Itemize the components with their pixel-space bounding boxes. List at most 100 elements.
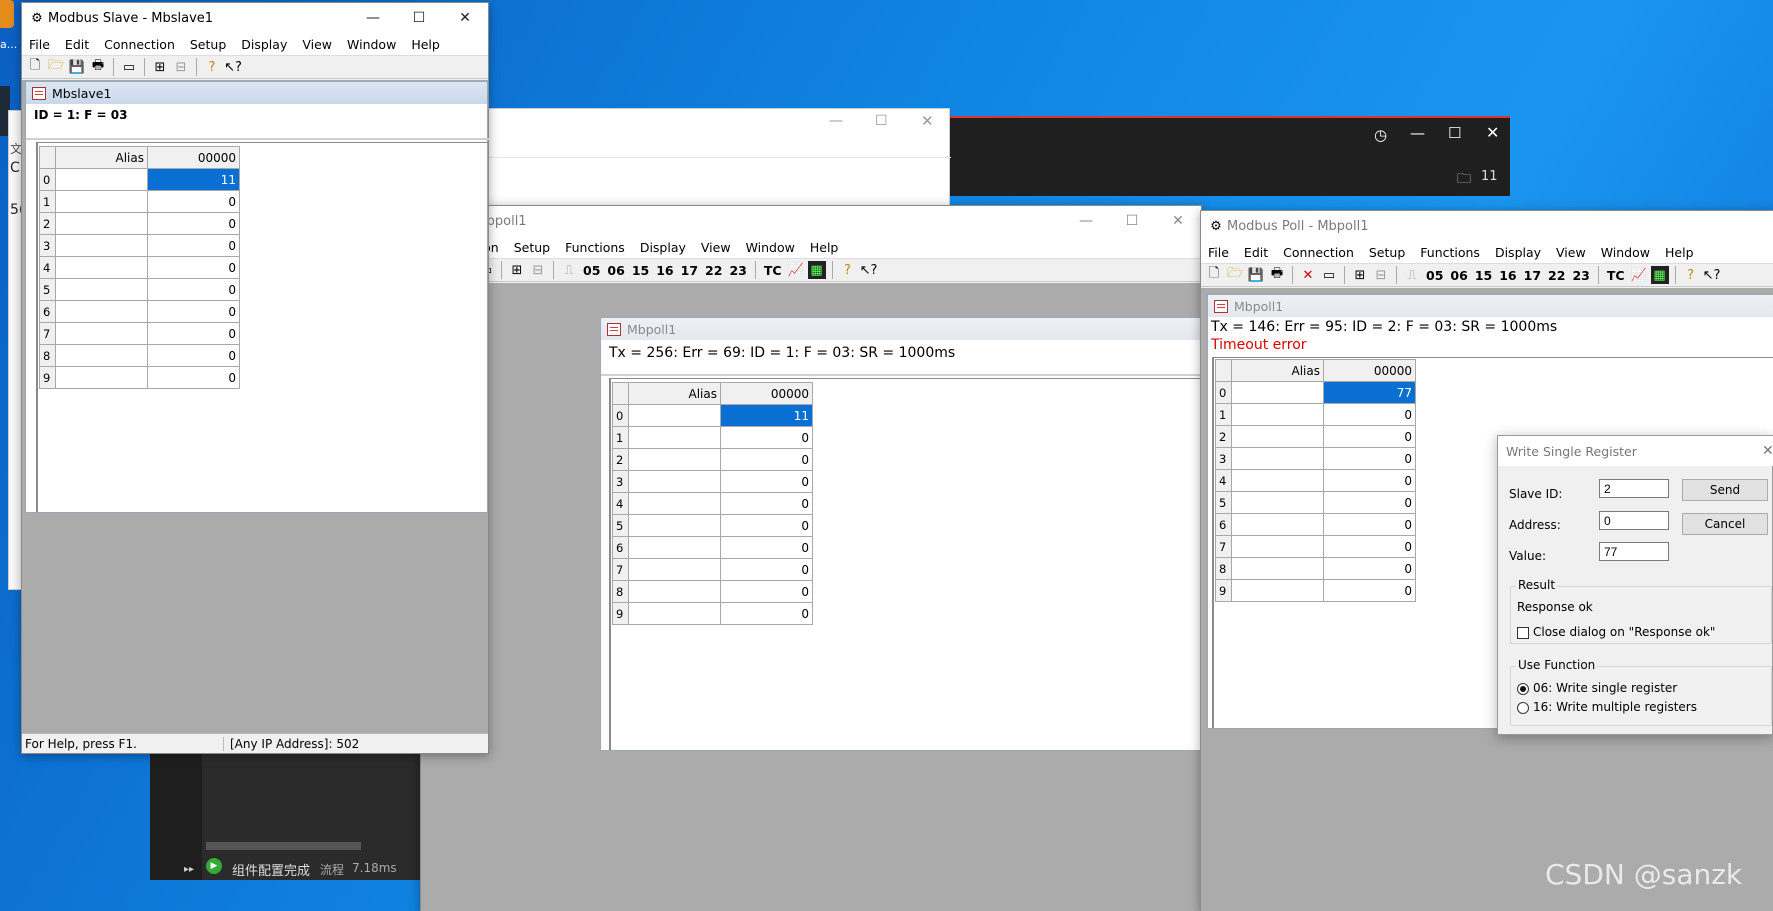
alias-cell[interactable] [55, 278, 148, 301]
menu-display[interactable]: Display [633, 240, 694, 255]
table-row[interactable]: 50 [612, 514, 813, 537]
menu-setup[interactable]: Setup [1362, 245, 1413, 260]
value-cell[interactable]: 0 [1323, 513, 1416, 536]
menu-help[interactable]: Help [803, 240, 847, 255]
minimize-icon[interactable]: — [1410, 124, 1425, 142]
value-cell[interactable]: 0 [147, 344, 240, 367]
func-16-button[interactable]: 16 [1497, 268, 1518, 283]
menu-edit[interactable]: Edit [1237, 245, 1276, 260]
table-row[interactable]: 70 [612, 558, 813, 581]
scrollbar[interactable] [206, 842, 361, 850]
alias-cell[interactable] [1231, 447, 1324, 470]
save-icon[interactable]: 💾 [68, 58, 86, 76]
value-cell[interactable]: 0 [720, 558, 813, 581]
alias-cell[interactable] [55, 366, 148, 389]
register-grid[interactable]: Alias 00000 0 11 1 0 2 0 3 0 4 0 5 0 6 0 7 0 8 0 9 0 [612, 382, 813, 625]
table-row[interactable]: 0 11 [612, 404, 813, 427]
alias-header[interactable]: Alias [1231, 359, 1324, 382]
alias-cell[interactable] [1231, 557, 1324, 580]
table-row[interactable]: 20 [612, 448, 813, 471]
document-title-bar[interactable]: Mbpoll1 [1208, 295, 1773, 317]
table-row[interactable]: 60 [612, 536, 813, 559]
value-cell[interactable]: 11 [147, 168, 240, 191]
close-button[interactable]: ✕ [442, 3, 488, 33]
new-file-icon[interactable]: 🗋 [1205, 266, 1223, 284]
alias-header[interactable]: Alias [628, 382, 721, 405]
value-cell[interactable]: 0 [1323, 403, 1416, 426]
alias-cell[interactable] [1231, 381, 1324, 404]
func-05-button[interactable]: 05 [1424, 268, 1445, 283]
play-icon[interactable]: ▶ [206, 858, 222, 874]
value-cell[interactable]: 0 [1323, 447, 1416, 470]
value-cell[interactable]: 0 [720, 470, 813, 493]
value-cell[interactable]: 0 [720, 514, 813, 537]
value-cell[interactable]: 0 [147, 234, 240, 257]
send-button[interactable]: Send [1682, 479, 1768, 501]
alias-cell[interactable] [1231, 491, 1324, 514]
traffic-button[interactable]: TC [1605, 268, 1627, 283]
context-help-icon[interactable]: ↖? [224, 58, 242, 76]
print-icon[interactable]: 🖶 [89, 58, 107, 76]
table-row[interactable]: 20 [1215, 425, 1416, 448]
table-row[interactable]: 70 [39, 322, 240, 345]
alias-cell[interactable] [1231, 513, 1324, 536]
pulse-icon[interactable]: ⎍ [1403, 266, 1421, 284]
alias-cell[interactable] [628, 580, 721, 603]
value-cell[interactable]: 0 [1323, 579, 1416, 602]
monitor-icon[interactable]: ▦ [1650, 266, 1669, 284]
document-title-bar[interactable]: Mbpoll1 [601, 318, 1202, 340]
table-row[interactable]: 40 [1215, 469, 1416, 492]
disconnect-icon[interactable]: ⊟ [1372, 266, 1390, 284]
register-grid[interactable]: Alias 00000 0 77 1 0 2 0 3 0 4 0 5 0 6 0 7 0 8 0 9 0 [1215, 359, 1416, 602]
connect-icon[interactable]: ⊞ [1351, 266, 1369, 284]
table-row[interactable]: 10 [1215, 403, 1416, 426]
menu-window[interactable]: Window [340, 37, 404, 52]
table-row[interactable]: 80 [39, 344, 240, 367]
save-icon[interactable]: 💾 [1247, 266, 1265, 284]
table-row[interactable]: 90 [39, 366, 240, 389]
value-cell[interactable]: 77 [1323, 381, 1416, 404]
radio-06[interactable]: 06: Write single register [1517, 681, 1677, 695]
func-22-button[interactable]: 22 [1546, 268, 1567, 283]
func-17-button[interactable]: 17 [679, 263, 700, 278]
write-single-register-dialog[interactable]: Write Single Register ✕ Slave ID: Addres… [1497, 435, 1773, 735]
alias-cell[interactable] [1231, 403, 1324, 426]
menu-window[interactable]: Window [739, 240, 803, 255]
table-row[interactable]: 60 [1215, 513, 1416, 536]
minimize-icon[interactable]: — [829, 113, 843, 129]
func-05-button[interactable]: 05 [581, 263, 602, 278]
value-cell[interactable]: 0 [1323, 425, 1416, 448]
mdi-document-mbslave1[interactable]: Mbslave1 ID = 1: F = 03 Alias 00000 0 11 1 0 2… [25, 81, 489, 513]
table-row[interactable]: 0 77 [1215, 381, 1416, 404]
value-cell[interactable]: 0 [147, 300, 240, 323]
close-button[interactable]: ✕ [1155, 206, 1201, 236]
modbus-poll-window-1[interactable]: s Poll - Mbpoll1 — ☐ ✕ Connection Setup … [420, 205, 1204, 911]
table-row[interactable]: 30 [1215, 447, 1416, 470]
value-cell[interactable]: 0 [147, 190, 240, 213]
value-cell[interactable]: 0 [1323, 557, 1416, 580]
alias-cell[interactable] [55, 190, 148, 213]
alias-cell[interactable] [628, 514, 721, 537]
context-help-icon[interactable]: ↖? [1703, 266, 1721, 284]
table-row[interactable]: 30 [612, 470, 813, 493]
menu-display[interactable]: Display [1488, 245, 1549, 260]
maximize-icon[interactable]: ☐ [875, 113, 888, 129]
menu-view[interactable]: View [694, 240, 739, 255]
menu-help[interactable]: Help [404, 37, 448, 52]
disconnect-icon[interactable]: ⊟ [172, 58, 190, 76]
address-header[interactable]: 00000 [147, 146, 240, 169]
menu-help[interactable]: Help [1658, 245, 1702, 260]
alias-cell[interactable] [55, 234, 148, 257]
document-title-bar[interactable]: Mbslave1 [26, 82, 487, 104]
value-cell[interactable]: 0 [720, 536, 813, 559]
alias-cell[interactable] [55, 344, 148, 367]
func-23-button[interactable]: 23 [1570, 268, 1591, 283]
radio-button[interactable] [1517, 701, 1529, 714]
alias-cell[interactable] [628, 536, 721, 559]
value-cell[interactable]: 11 [720, 404, 813, 427]
func-22-button[interactable]: 22 [703, 263, 724, 278]
table-row[interactable]: 50 [39, 278, 240, 301]
value-cell[interactable]: 0 [147, 212, 240, 235]
value-cell[interactable]: 0 [720, 580, 813, 603]
alias-cell[interactable] [1231, 579, 1324, 602]
